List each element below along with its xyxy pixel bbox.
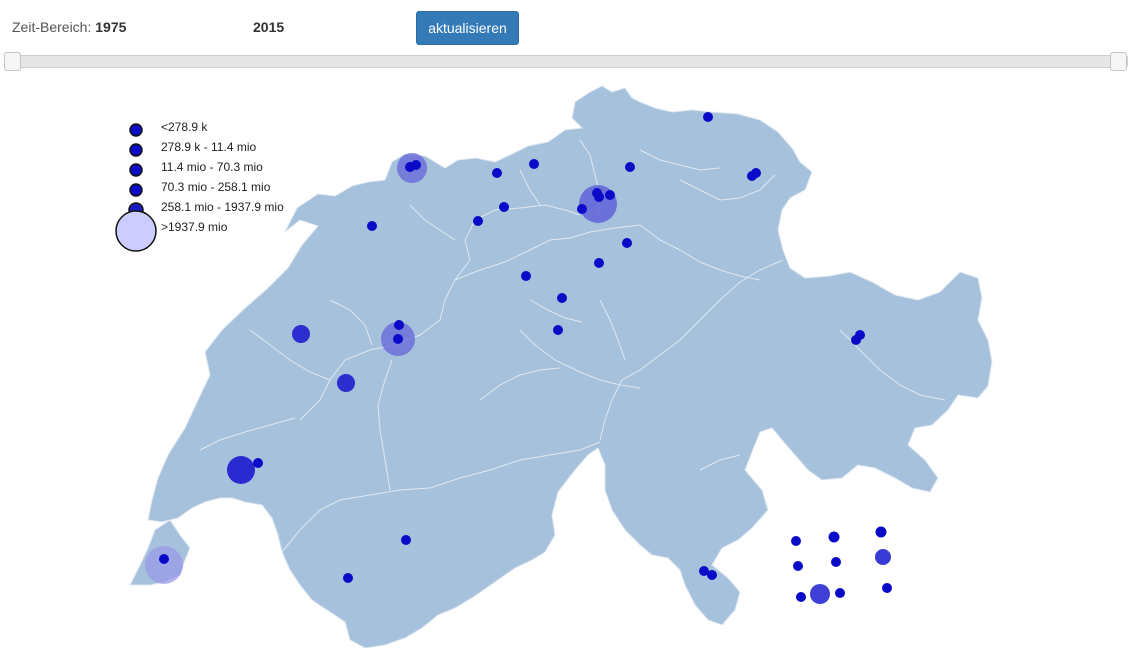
map-marker[interactable] xyxy=(553,325,563,335)
map-marker[interactable] xyxy=(227,456,255,484)
switzerland-map: <278.9 k 278.9 k - 11.4 mio 11.4 mio - 7… xyxy=(115,85,993,649)
map-marker[interactable] xyxy=(594,258,604,268)
map-marker[interactable] xyxy=(791,536,801,546)
legend-label: 11.4 mio - 70.3 mio xyxy=(161,160,263,174)
map-marker[interactable] xyxy=(521,271,531,281)
map-marker[interactable] xyxy=(529,159,539,169)
map-marker[interactable] xyxy=(835,588,845,598)
map-marker[interactable] xyxy=(145,546,183,584)
map-marker[interactable] xyxy=(594,192,604,202)
legend-swatch xyxy=(129,123,143,137)
map-marker[interactable] xyxy=(751,168,761,178)
map-marker[interactable] xyxy=(793,561,803,571)
map-marker[interactable] xyxy=(292,325,310,343)
legend-swatch xyxy=(129,143,143,157)
map-marker[interactable] xyxy=(851,335,861,345)
map-marker[interactable] xyxy=(159,554,169,564)
map-marker[interactable] xyxy=(625,162,635,172)
map-marker[interactable] xyxy=(337,374,355,392)
map-marker[interactable] xyxy=(875,526,887,538)
legend-label: 258.1 mio - 1937.9 mio xyxy=(161,200,284,214)
map-marker[interactable] xyxy=(796,592,806,602)
map-marker[interactable] xyxy=(473,216,483,226)
map-marker[interactable] xyxy=(875,549,891,565)
map-marker[interactable] xyxy=(577,204,587,214)
map-marker[interactable] xyxy=(253,458,263,468)
map-marker[interactable] xyxy=(492,168,502,178)
map-marker[interactable] xyxy=(622,238,632,248)
map-marker[interactable] xyxy=(831,557,841,567)
legend-swatch xyxy=(129,163,143,177)
map-marker[interactable] xyxy=(810,584,830,604)
legend-label: 70.3 mio - 258.1 mio xyxy=(161,180,271,194)
legend: <278.9 k 278.9 k - 11.4 mio 11.4 mio - 7… xyxy=(115,120,284,252)
map-marker[interactable] xyxy=(707,570,717,580)
map-marker[interactable] xyxy=(499,202,509,212)
map-marker[interactable] xyxy=(394,320,404,330)
legend-label: <278.9 k xyxy=(161,120,208,134)
map-marker[interactable] xyxy=(343,573,353,583)
map-marker[interactable] xyxy=(703,112,713,122)
map-marker[interactable] xyxy=(828,531,840,543)
map-marker[interactable] xyxy=(557,293,567,303)
map-marker[interactable] xyxy=(411,160,421,170)
map-marker[interactable] xyxy=(367,221,377,231)
map-marker[interactable] xyxy=(401,535,411,545)
map-marker[interactable] xyxy=(605,190,615,200)
legend-label: 278.9 k - 11.4 mio xyxy=(161,140,256,154)
legend-swatch xyxy=(129,183,143,197)
map-marker[interactable] xyxy=(882,583,892,593)
map-marker[interactable] xyxy=(393,334,403,344)
legend-swatch xyxy=(115,210,157,252)
legend-label: >1937.9 mio xyxy=(161,220,228,234)
